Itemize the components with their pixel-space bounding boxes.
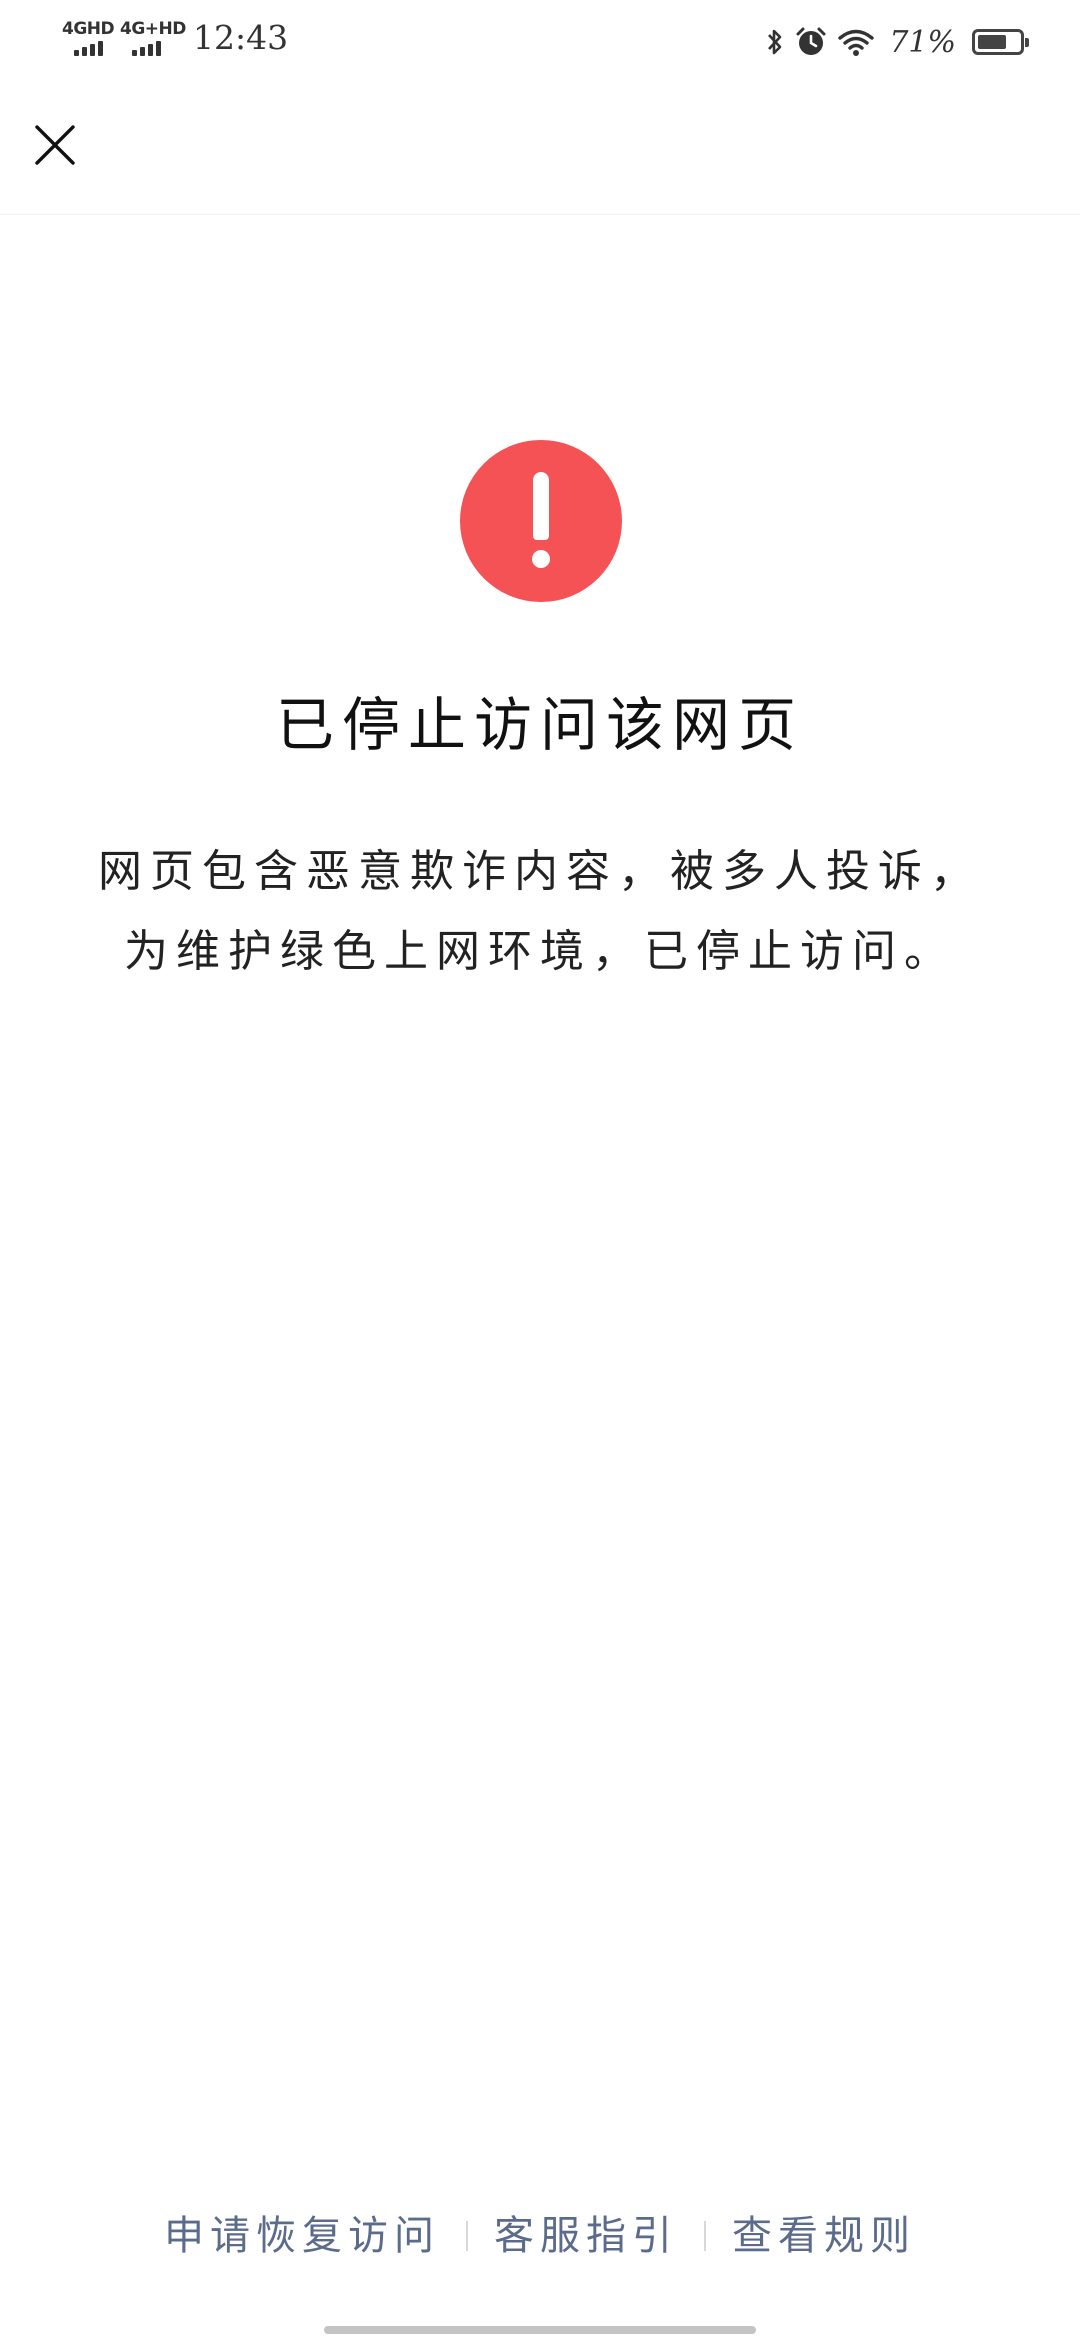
top-nav xyxy=(0,80,1080,215)
signal-sim2: 4G+HD xyxy=(120,20,186,56)
customer-service-guide-link[interactable]: 客服指引 xyxy=(494,2206,678,2266)
signal-sim1: 4GHD xyxy=(62,19,115,56)
apply-restore-access-link[interactable]: 申请恢复访问 xyxy=(164,2206,440,2266)
wifi-icon xyxy=(838,29,875,56)
home-indicator[interactable] xyxy=(324,2326,756,2334)
battery-percent: 71% xyxy=(889,24,956,60)
screen: 4GHD 4G+HD 12:43 71% 已停止访问该网页 网页包含恶意欺诈内容… xyxy=(0,0,1080,2340)
close-button[interactable] xyxy=(28,118,82,172)
network-type-label-1: 4GHD xyxy=(62,19,115,39)
footer-links: 申请恢复访问 客服指引 查看规则 xyxy=(0,2206,1080,2266)
exclamation-bar xyxy=(533,472,549,540)
bluetooth-icon xyxy=(768,29,782,55)
alarm-icon xyxy=(796,27,826,55)
exclamation-icon xyxy=(460,440,622,602)
view-rules-link[interactable]: 查看规则 xyxy=(732,2206,916,2266)
close-icon xyxy=(35,125,75,165)
status-icons: 71% xyxy=(765,20,1029,64)
battery-fill xyxy=(978,35,1006,49)
divider xyxy=(466,2221,468,2251)
status-time: 12:43 xyxy=(193,18,289,57)
description: 网页包含恶意欺诈内容，被多人投诉， 为维护绿色上网环境，已停止访问。 xyxy=(80,832,1000,992)
signal-bars-icon xyxy=(132,40,161,56)
status-bar: 4GHD 4G+HD 12:43 71% xyxy=(0,0,1080,80)
divider xyxy=(704,2221,706,2251)
network-type-label-2: 4G+HD xyxy=(120,19,186,39)
exclamation-dot xyxy=(532,550,550,568)
description-line-1: 网页包含恶意欺诈内容，被多人投诉， xyxy=(98,846,982,897)
description-line-2: 为维护绿色上网环境，已停止访问。 xyxy=(124,926,956,977)
page-title: 已停止访问该网页 xyxy=(275,691,804,759)
signal-bars-icon xyxy=(74,40,103,56)
battery-icon xyxy=(972,29,1029,55)
